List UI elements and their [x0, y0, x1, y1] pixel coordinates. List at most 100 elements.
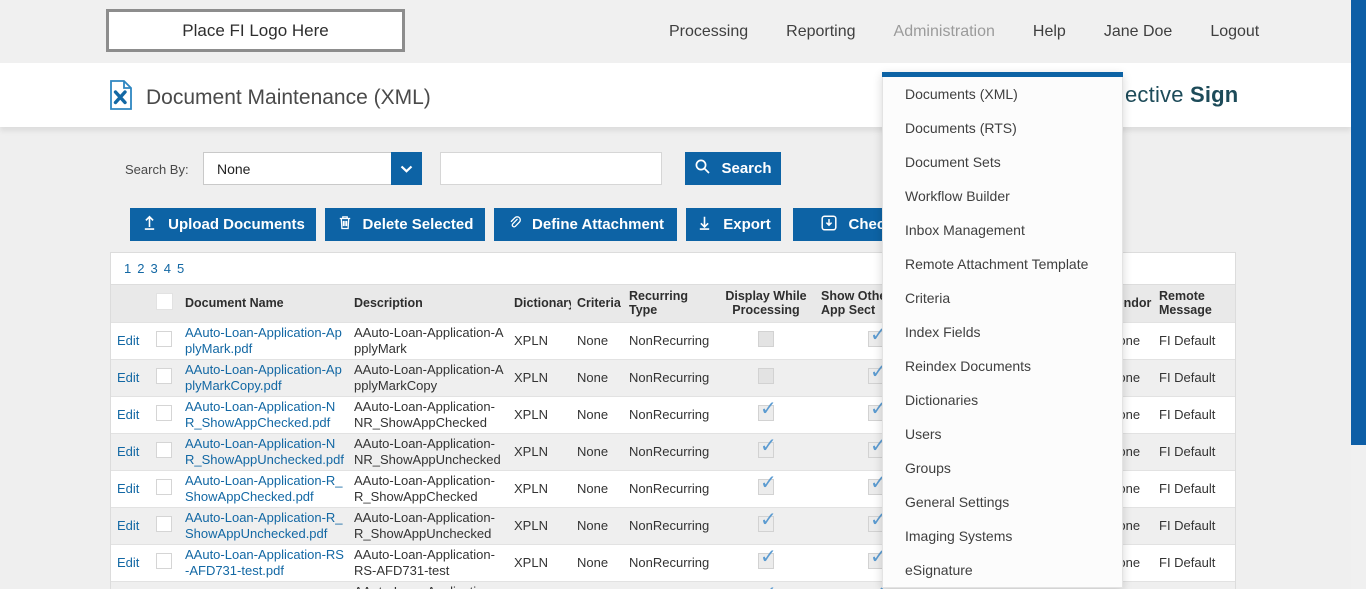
document-name-cell[interactable]: AAuto-Loan-Application-R_ShowAppUnchecke…	[179, 507, 348, 544]
page-link-2[interactable]: 2	[137, 261, 144, 276]
dictionary-cell: XPLN	[514, 369, 548, 385]
remote-message-cell: FI Default	[1159, 554, 1216, 570]
check-mark-icon: ✓	[760, 583, 777, 589]
row-checkbox[interactable]	[156, 441, 172, 458]
row-checkbox[interactable]	[156, 367, 172, 384]
delete-selected-button[interactable]: Delete Selected	[325, 208, 485, 241]
display-while-processing-checkbox[interactable]: ✓	[758, 435, 777, 458]
search-by-select[interactable]: None	[203, 152, 422, 185]
recurring-type-header[interactable]: Recurring Type	[623, 285, 715, 322]
display-while-processing-checkbox[interactable]	[758, 330, 774, 347]
edit-link[interactable]: Edit	[117, 555, 139, 570]
page-scrollbar-thumb[interactable]	[1351, 0, 1366, 445]
menu-item-esignature[interactable]: eSignature	[883, 553, 1122, 587]
edit-link[interactable]: Edit	[117, 370, 139, 385]
criteria-cell: None	[577, 517, 609, 533]
nav-item-administration[interactable]: Administration	[875, 23, 1014, 41]
menu-item-groups[interactable]: Groups	[883, 451, 1122, 485]
description-cell: AAuto-Loan-Application-ApplyMark	[354, 325, 504, 356]
edit-link[interactable]: Edit	[117, 444, 139, 459]
display-while-processing-header[interactable]: Display While Processing	[715, 285, 815, 322]
nav-item-processing[interactable]: Processing	[650, 23, 767, 41]
export-button[interactable]: Export	[686, 208, 781, 241]
recurring-type-cell: NonRecurring	[629, 480, 710, 496]
description-cell: AAuto-Loan-Application-NR_ShowAppUncheck…	[354, 436, 501, 467]
document-name-header[interactable]: Document Name	[179, 285, 348, 322]
menu-item-document-sets[interactable]: Document Sets	[883, 145, 1122, 179]
row-checkbox[interactable]	[156, 404, 172, 421]
row-select-cell	[147, 470, 179, 507]
edit-link[interactable]: Edit	[117, 333, 139, 348]
search-button[interactable]: Search	[685, 152, 781, 185]
select-all-checkbox[interactable]	[155, 292, 173, 310]
recurring-type-cell: NonRecurring	[629, 554, 710, 570]
description-cell: AAuto-Loan-Application-R_ShowAppUnchecke…	[354, 510, 495, 541]
document-name-cell[interactable]: AAuto-Loan-Application-NR_ShowAppChecked…	[179, 396, 348, 433]
page-link-1[interactable]: 1	[124, 261, 131, 276]
nav-item-help[interactable]: Help	[1014, 23, 1085, 41]
dictionary-header[interactable]: Dictionary	[508, 285, 571, 322]
remote-message-cell: FI Default	[1159, 517, 1216, 533]
document-name-cell[interactable]: AAuto-Loan-Application-RS-AFD731-test.pd…	[179, 544, 348, 581]
dictionary-cell: XPLN	[514, 443, 548, 459]
menu-item-users[interactable]: Users	[883, 417, 1122, 451]
nav-item-reporting[interactable]: Reporting	[767, 23, 874, 41]
display-while-processing-cell: ✓	[715, 396, 815, 433]
dictionary-cell: XPLN	[508, 581, 571, 589]
edit-link[interactable]: Edit	[117, 407, 139, 422]
check-mark-icon: ✓	[760, 471, 777, 494]
upload-documents-button[interactable]: Upload Documents	[130, 208, 316, 241]
display-while-processing-checkbox[interactable]	[758, 367, 774, 384]
search-input[interactable]	[440, 152, 662, 185]
page-link-5[interactable]: 5	[177, 261, 184, 276]
edit-cell: Edit	[111, 544, 147, 581]
display-while-processing-checkbox[interactable]: ✓	[758, 509, 777, 532]
page-link-3[interactable]: 3	[150, 261, 157, 276]
menu-item-imaging-systems[interactable]: Imaging Systems	[883, 519, 1122, 553]
criteria-cell: None	[577, 369, 609, 385]
description-header[interactable]: Description	[348, 285, 508, 322]
description-cell: AAuto-Loan-Application-RS-AFD731-test	[354, 547, 495, 578]
dictionary-cell: XPLN	[514, 332, 548, 348]
edit-link[interactable]: Edit	[117, 518, 139, 533]
chevron-down-icon[interactable]	[391, 152, 422, 185]
remote-message-cell: FI Default	[1153, 581, 1235, 589]
row-checkbox[interactable]	[156, 478, 172, 495]
menu-item-dictionaries[interactable]: Dictionaries	[883, 383, 1122, 417]
display-while-processing-checkbox[interactable]: ✓	[758, 398, 777, 421]
menu-item-general-settings[interactable]: General Settings	[883, 485, 1122, 519]
menu-item-index-fields[interactable]: Index Fields	[883, 315, 1122, 349]
row-checkbox[interactable]	[156, 515, 172, 532]
document-name-cell[interactable]: AAuto-Loan-Application-R_ShowAppChecked.…	[179, 470, 348, 507]
menu-item-criteria[interactable]: Criteria	[883, 281, 1122, 315]
row-checkbox[interactable]	[156, 552, 172, 569]
menu-item-documents-xml-[interactable]: Documents (XML)	[883, 77, 1122, 111]
check-mark-icon: ✓	[760, 508, 777, 531]
menu-item-reindex-documents[interactable]: Reindex Documents	[883, 349, 1122, 383]
search-by-label: Search By:	[125, 162, 189, 177]
display-while-processing-checkbox[interactable]: ✓	[758, 546, 777, 569]
dictionary-cell: XPLN	[514, 406, 548, 422]
define-attachment-button[interactable]: Define Attachment	[494, 208, 677, 241]
document-name-cell[interactable]: AAuto-Loan-Application-ApplyMarkCopy.pdf	[179, 359, 348, 396]
edit-link[interactable]: Edit	[117, 481, 139, 496]
remote-message-header[interactable]: Remote Message	[1153, 285, 1235, 322]
menu-item-remote-attachment-template[interactable]: Remote Attachment Template	[883, 247, 1122, 281]
menu-item-workflow-builder[interactable]: Workflow Builder	[883, 179, 1122, 213]
nav-item-logout[interactable]: Logout	[1191, 23, 1278, 41]
paperclip-icon	[507, 214, 522, 235]
description-cell: AAuto-Loan-Application-R_ShowAppChecked	[354, 473, 495, 504]
document-name-cell[interactable]: AAuto-Loan-Application-ApplyMark.pdf	[179, 322, 348, 359]
row-checkbox[interactable]	[156, 330, 172, 347]
menu-item-documents-rts-[interactable]: Documents (RTS)	[883, 111, 1122, 145]
display-while-processing-checkbox[interactable]: ✓	[758, 472, 777, 495]
menu-item-inbox-management[interactable]: Inbox Management	[883, 213, 1122, 247]
page-link-4[interactable]: 4	[164, 261, 171, 276]
page-scrollbar-track[interactable]	[1351, 0, 1366, 589]
row-select-cell	[147, 359, 179, 396]
criteria-header[interactable]: Criteria	[571, 285, 623, 322]
remote-message-cell: FI Default	[1159, 332, 1216, 348]
document-name-cell[interactable]: AAuto-Loan-Application-RS	[179, 581, 348, 589]
nav-item-jane-doe[interactable]: Jane Doe	[1085, 23, 1192, 41]
document-name-cell[interactable]: AAuto-Loan-Application-NR_ShowAppUncheck…	[179, 433, 348, 470]
